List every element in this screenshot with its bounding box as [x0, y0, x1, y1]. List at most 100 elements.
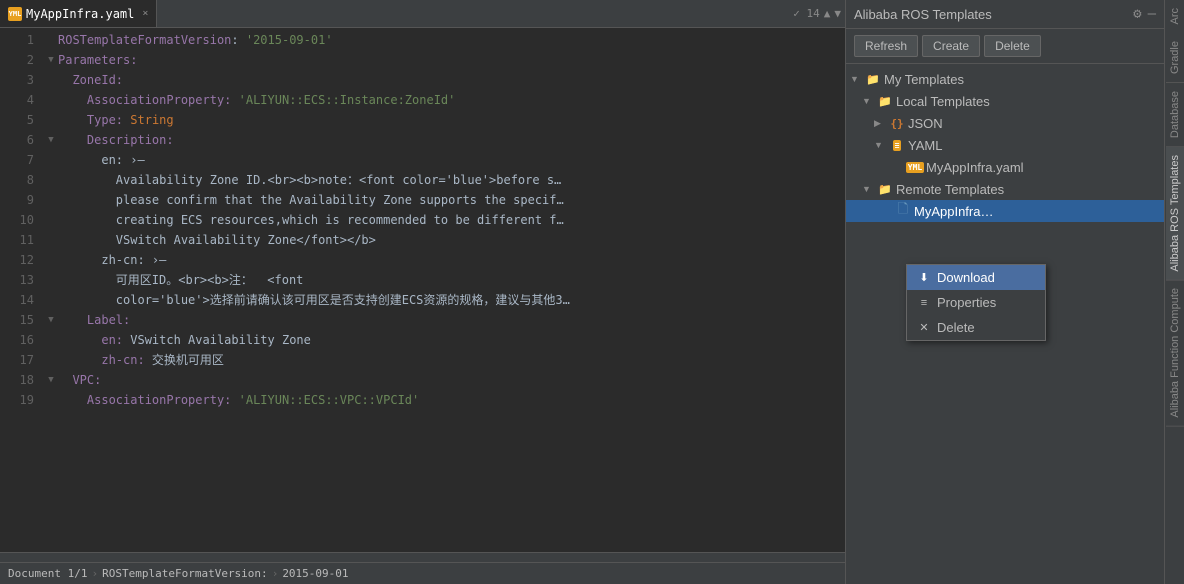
- fold-marker[interactable]: ▼: [44, 53, 58, 67]
- tree-item-yaml-file[interactable]: YML MyAppInfra.yaml: [846, 156, 1164, 178]
- chevron-local-templates: ▼: [862, 96, 874, 106]
- yaml-label: YAML: [908, 138, 942, 153]
- code-token: ZoneId:: [58, 70, 123, 90]
- fold-space: [44, 273, 58, 287]
- line-number: 7: [0, 150, 34, 170]
- scroll-up-button[interactable]: ▲: [824, 7, 831, 20]
- doc-info: Document 1/1: [8, 567, 87, 580]
- code-token: 可用区ID。<br><b>注： <font: [58, 270, 303, 290]
- settings-icon[interactable]: ⚙: [1133, 6, 1141, 22]
- breadcrumb-value: 2015-09-01: [282, 567, 348, 580]
- breadcrumb-key: ROSTemplateFormatVersion:: [102, 567, 268, 580]
- code-line[interactable]: zh-cn: 交换机可用区: [44, 350, 845, 370]
- code-line[interactable]: VSwitch Availability Zone</font></b>: [44, 230, 845, 250]
- yaml-icon: YML: [8, 7, 22, 21]
- side-tab-arc[interactable]: Arc: [1166, 0, 1184, 33]
- templates-panel: Alibaba ROS Templates ⚙ — Refresh Create…: [845, 0, 1164, 584]
- fold-marker[interactable]: ▼: [44, 133, 58, 147]
- side-tab-gradle[interactable]: Gradle: [1166, 33, 1184, 83]
- yaml-file-icon: YML: [907, 160, 923, 174]
- fold-space: [44, 113, 58, 127]
- line-number: 14: [0, 290, 34, 310]
- side-tab-database[interactable]: Database: [1166, 83, 1184, 147]
- scroll-down-button[interactable]: ▼: [834, 7, 841, 20]
- fold-marker[interactable]: ▼: [44, 313, 58, 327]
- editor-content: 12345678910111213141516171819 ROSTemplat…: [0, 28, 845, 562]
- context-menu-delete[interactable]: ✕ Delete: [907, 315, 1045, 340]
- code-line[interactable]: creating ECS resources,which is recommen…: [44, 210, 845, 230]
- code-lines[interactable]: ROSTemplateFormatVersion: '2015-09-01'▼P…: [40, 28, 845, 552]
- code-token: 交换机可用区: [145, 350, 224, 370]
- tree-item-my-templates[interactable]: ▼ 📁 My Templates: [846, 68, 1164, 90]
- line-number: 16: [0, 330, 34, 350]
- code-line[interactable]: ▼ Description:: [44, 130, 845, 150]
- code-line[interactable]: AssociationProperty: 'ALIYUN::ECS::VPC::…: [44, 390, 845, 410]
- code-token: 'ALIYUN::ECS::VPC::VPCId': [239, 390, 420, 410]
- code-area: 12345678910111213141516171819 ROSTemplat…: [0, 28, 845, 552]
- code-line[interactable]: Availability Zone ID.<br><b>note：<font c…: [44, 170, 845, 190]
- refresh-button[interactable]: Refresh: [854, 35, 918, 57]
- tab-bar: YML MyAppInfra.yaml × ✓ 14▲▼: [0, 0, 845, 28]
- code-line[interactable]: en: ›—: [44, 150, 845, 170]
- line-number: 4: [0, 90, 34, 110]
- code-line[interactable]: AssociationProperty: 'ALIYUN::ECS::Insta…: [44, 90, 845, 110]
- fold-space: [44, 153, 58, 167]
- code-line[interactable]: ROSTemplateFormatVersion: '2015-09-01': [44, 30, 845, 50]
- line-number: 6: [0, 130, 34, 150]
- folder-icon-local: 📁: [877, 94, 893, 108]
- line-count-badge: ✓ 14▲▼: [793, 7, 841, 20]
- sep1: ›: [91, 567, 98, 580]
- code-token: creating ECS resources,which is recommen…: [58, 210, 564, 230]
- code-line[interactable]: ▼ Label:: [44, 310, 845, 330]
- fold-marker[interactable]: ▼: [44, 373, 58, 387]
- fold-space: [44, 213, 58, 227]
- tree-item-remote-templates[interactable]: ▼ 📁 Remote Templates: [846, 178, 1164, 200]
- line-number: 12: [0, 250, 34, 270]
- fold-space: [44, 173, 58, 187]
- delete-button[interactable]: Delete: [984, 35, 1041, 57]
- side-tab-function-compute[interactable]: Alibaba Function Compute: [1166, 280, 1184, 427]
- yaml-file-label: MyAppInfra.yaml: [926, 160, 1024, 175]
- code-token: Description:: [58, 130, 174, 150]
- json-icon: {}: [889, 116, 905, 130]
- code-line[interactable]: en: VSwitch Availability Zone: [44, 330, 845, 350]
- remote-file-label: MyAppInfra…: [914, 204, 993, 219]
- line-number: 13: [0, 270, 34, 290]
- code-line[interactable]: ▼Parameters:: [44, 50, 845, 70]
- panel-title: Alibaba ROS Templates: [854, 7, 992, 22]
- fold-space: [44, 193, 58, 207]
- tree-item-json[interactable]: ▶ {} JSON: [846, 112, 1164, 134]
- chevron-json: ▶: [874, 118, 886, 129]
- code-token: Label:: [58, 310, 130, 330]
- line-number: 2: [0, 50, 34, 70]
- horizontal-scrollbar[interactable]: [0, 552, 845, 562]
- code-line[interactable]: ▼ VPC:: [44, 370, 845, 390]
- line-number: 11: [0, 230, 34, 250]
- fold-space: [44, 253, 58, 267]
- tree-item-local-templates[interactable]: ▼ 📁 Local Templates: [846, 90, 1164, 112]
- context-menu-properties[interactable]: ≡ Properties: [907, 290, 1045, 315]
- side-tab-ros-templates[interactable]: Alibaba ROS Templates: [1166, 147, 1184, 281]
- code-line[interactable]: please confirm that the Availability Zon…: [44, 190, 845, 210]
- code-line[interactable]: 可用区ID。<br><b>注： <font: [44, 270, 845, 290]
- context-menu-download[interactable]: ⬇ Download: [907, 265, 1045, 290]
- yaml-tree-icon: ≡: [889, 138, 905, 152]
- code-line[interactable]: zh-cn: ›—: [44, 250, 845, 270]
- line-number: 10: [0, 210, 34, 230]
- minimize-icon[interactable]: —: [1148, 6, 1156, 22]
- line-number: 5: [0, 110, 34, 130]
- line-number: 8: [0, 170, 34, 190]
- create-button[interactable]: Create: [922, 35, 980, 57]
- code-token: [123, 110, 130, 130]
- code-line[interactable]: ZoneId:: [44, 70, 845, 90]
- code-token: please confirm that the Availability Zon…: [58, 190, 564, 210]
- delete-icon: ✕: [917, 321, 931, 334]
- tree-item-remote-file[interactable]: 🗋 MyAppInfra…: [846, 200, 1164, 222]
- code-token: 'ALIYUN::ECS::Instance:ZoneId': [239, 90, 456, 110]
- tree-item-yaml[interactable]: ▼ ≡ YAML: [846, 134, 1164, 156]
- code-line[interactable]: Type: String: [44, 110, 845, 130]
- code-line[interactable]: color='blue'>选择前请确认该可用区是否支持创建ECS资源的规格，建议…: [44, 290, 845, 310]
- tab-close-button[interactable]: ×: [142, 8, 148, 19]
- editor-tab[interactable]: YML MyAppInfra.yaml ×: [0, 0, 157, 27]
- panel-header-icons: ⚙ —: [1133, 6, 1156, 22]
